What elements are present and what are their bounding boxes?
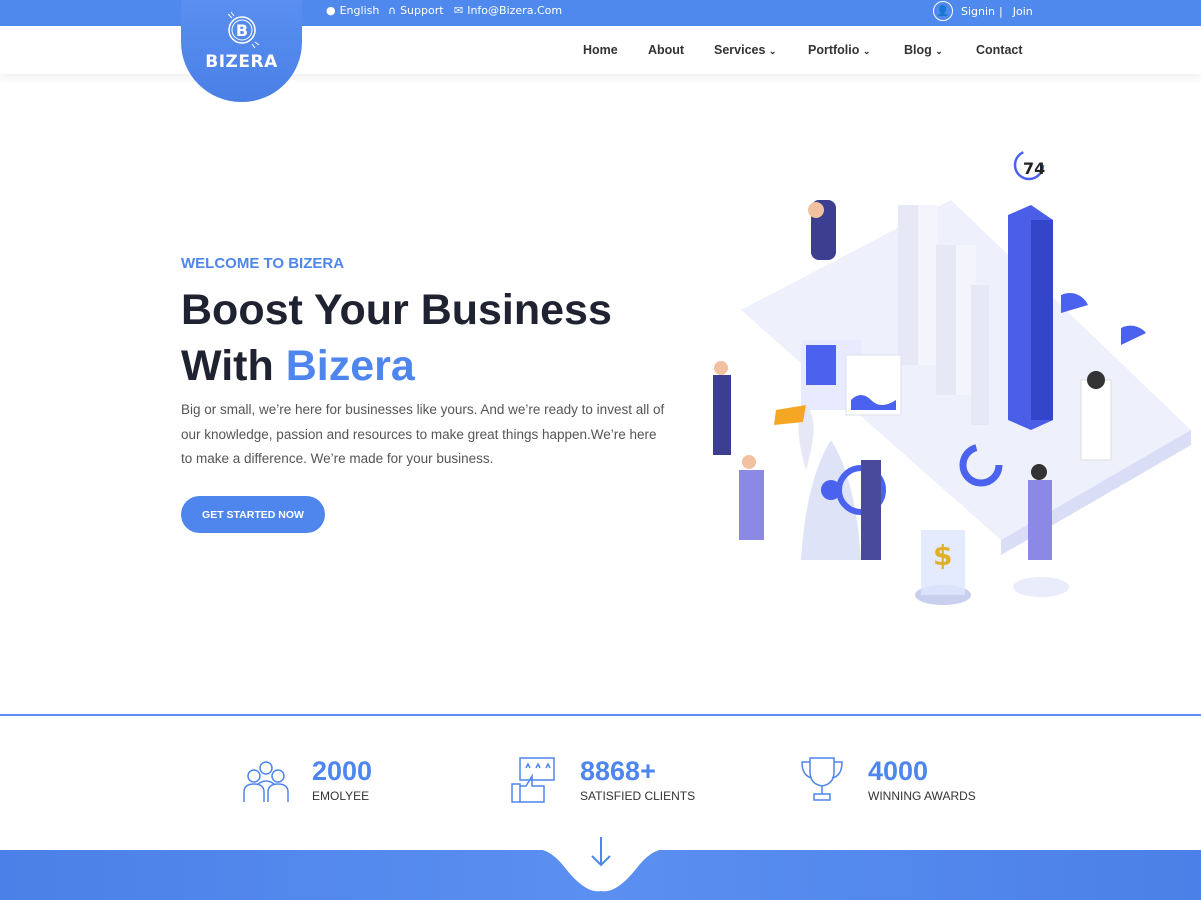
hero-title: Boost Your Business With Bizera <box>181 286 612 390</box>
thumbs-up-rating-icon <box>511 757 555 803</box>
language-selector[interactable]: ● English <box>326 4 379 17</box>
svg-text:74: 74 <box>1023 159 1045 178</box>
trophy-icon <box>801 757 843 801</box>
chevron-down-icon: ⌄ <box>935 46 943 56</box>
stat-employees: 2000 EMOLYEE <box>242 756 372 808</box>
nav-home[interactable]: Home <box>583 43 618 57</box>
team-icon <box>243 761 289 802</box>
section-divider <box>0 714 1201 716</box>
nav-blog[interactable]: Blog ⌄ <box>904 43 943 57</box>
support-link[interactable]: ∩ Support <box>388 4 444 17</box>
user-area: 👤 Signin | Join <box>933 1 1033 21</box>
mail-icon: ✉ <box>454 4 464 17</box>
chevron-down-icon: ⌄ <box>862 46 871 56</box>
join-link[interactable]: Join <box>1013 5 1033 18</box>
welcome-subtitle: WELCOME TO BIZERA <box>181 255 345 272</box>
signin-link[interactable]: Signin <box>961 5 995 18</box>
user-icon: 👤 <box>933 1 953 21</box>
stat-awards: 4000 WINNING AWARDS <box>798 756 976 808</box>
nav-about[interactable]: About <box>648 43 684 57</box>
logo[interactable]: B BIZERA <box>181 0 302 102</box>
get-started-button[interactable]: GET STARTED NOW <box>181 496 325 533</box>
stat-clients: 8868+ SATISFIED CLIENTS <box>510 756 695 808</box>
chevron-down-icon: ⌄ <box>768 46 777 56</box>
hero-description: Big or small, we’re here for businesses … <box>181 402 665 466</box>
nav-contact[interactable]: Contact <box>976 43 1023 57</box>
globe-icon: ● <box>326 4 336 17</box>
bitcoin-b-logo-icon: B <box>227 11 260 49</box>
svg-text:$: $ <box>933 539 952 572</box>
headset-icon: ∩ <box>388 4 397 17</box>
hero-business-illustration: 74 $ <box>713 149 1191 605</box>
svg-text:B: B <box>236 21 248 40</box>
nav-services[interactable]: Services ⌄ <box>714 43 776 57</box>
email-link[interactable]: ✉ Info@Bizera.Com <box>454 4 562 17</box>
nav-portfolio[interactable]: Portfolio ⌄ <box>808 43 870 57</box>
arrow-down-icon[interactable] <box>589 835 613 869</box>
